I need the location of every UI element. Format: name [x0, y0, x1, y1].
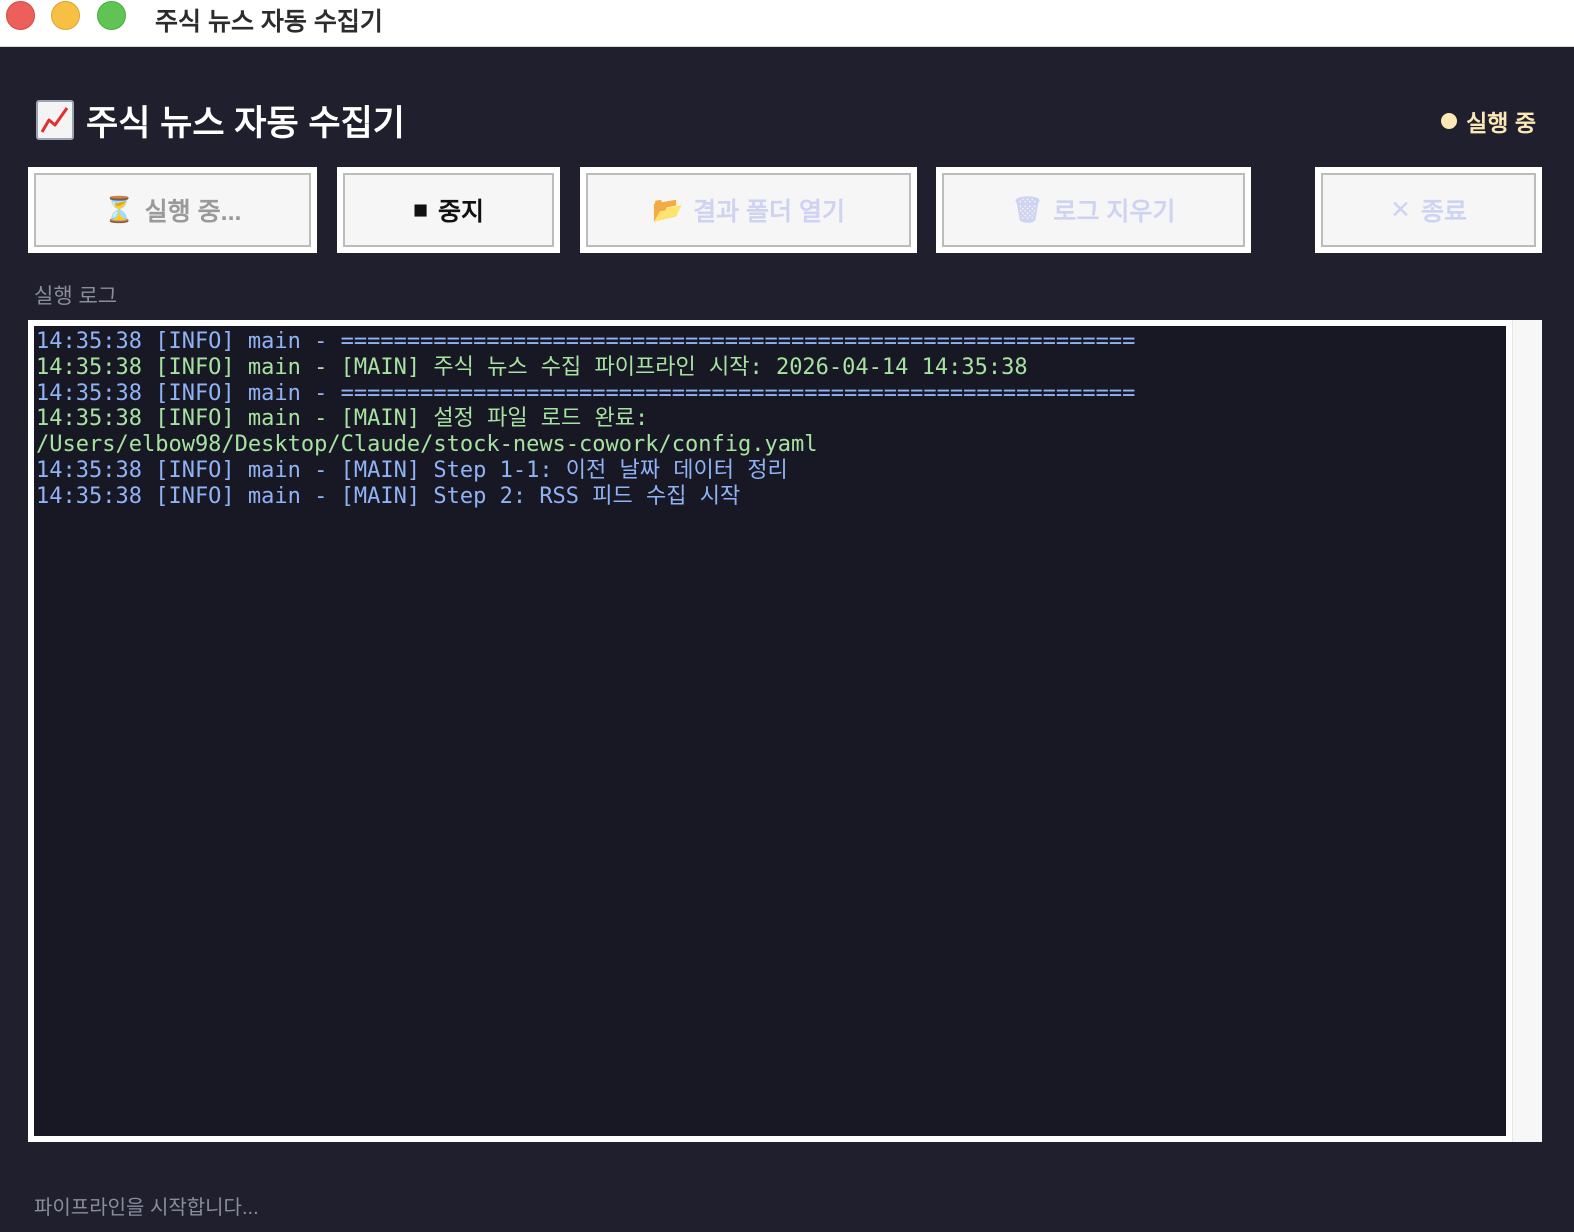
log-line: 14:35:38 [INFO] main - =================…: [36, 380, 1136, 406]
log-scrollbar[interactable]: [1512, 320, 1542, 1142]
log-line: 14:35:38 [INFO] main - [MAIN] Step 1-1: …: [36, 457, 788, 483]
log-section-label: 실행 로그: [34, 285, 118, 308]
app-header: 주식 뉴스 자동 수집기: [36, 98, 405, 143]
run-button-label: 실행 중...: [144, 198, 242, 226]
stop-button[interactable]: ■ 중지: [337, 167, 560, 253]
chart-increasing-icon: [36, 100, 74, 140]
trash-icon: 🗑: [1011, 195, 1044, 224]
log-line: 14:35:38 [INFO] main - [MAIN] Step 2: RS…: [36, 483, 741, 509]
window-titlebar: 주식 뉴스 자동 수집기: [0, 0, 1574, 47]
open-folder-button-label: 결과 폴더 열기: [693, 198, 846, 226]
hourglass-icon: ⏳: [103, 195, 135, 224]
quit-button-label: 종료: [1420, 198, 1467, 226]
stop-button-label: 중지: [438, 198, 485, 226]
log-line: /Users/elbow98/Desktop/Claude/stock-news…: [36, 432, 818, 458]
close-window-button[interactable]: [6, 1, 35, 30]
status-dot-icon: [1441, 113, 1458, 129]
quit-button[interactable]: ✕ 종료: [1315, 167, 1542, 253]
footer-status-text: 파이프라인을 시작합니다...: [34, 1197, 259, 1219]
window-title: 주식 뉴스 자동 수집기: [155, 8, 383, 36]
minimize-window-button[interactable]: [51, 1, 80, 30]
log-output[interactable]: 14:35:38 [INFO] main - =================…: [34, 326, 1506, 1136]
clear-log-button-label: 로그 지우기: [1053, 198, 1176, 226]
clear-log-button[interactable]: 🗑 로그 지우기: [936, 167, 1251, 253]
log-line: 14:35:38 [INFO] main - =================…: [36, 329, 1136, 354]
stop-square-icon: ■: [412, 195, 429, 224]
run-button[interactable]: ⏳ 실행 중...: [28, 167, 317, 253]
status-indicator: 실행 중: [1441, 104, 1536, 138]
maximize-window-button[interactable]: [97, 1, 126, 30]
log-line: 14:35:38 [INFO] main - [MAIN] 설정 파일 로드 완…: [36, 406, 649, 432]
folder-icon: 📂: [651, 195, 684, 224]
status-label: 실행 중: [1466, 110, 1536, 136]
open-result-folder-button[interactable]: 📂 결과 폴더 열기: [580, 167, 917, 253]
close-icon: ✕: [1390, 196, 1411, 224]
app-window: 주식 뉴스 자동 수집기 실행 중 ⏳ 실행 중... ■ 중지 📂 결과 폴더…: [0, 48, 1574, 1232]
page-title: 주식 뉴스 자동 수집기: [86, 103, 405, 143]
log-line: 14:35:38 [INFO] main - [MAIN] 주식 뉴스 수집 파…: [36, 354, 1028, 380]
log-panel: 14:35:38 [INFO] main - =================…: [28, 320, 1542, 1142]
